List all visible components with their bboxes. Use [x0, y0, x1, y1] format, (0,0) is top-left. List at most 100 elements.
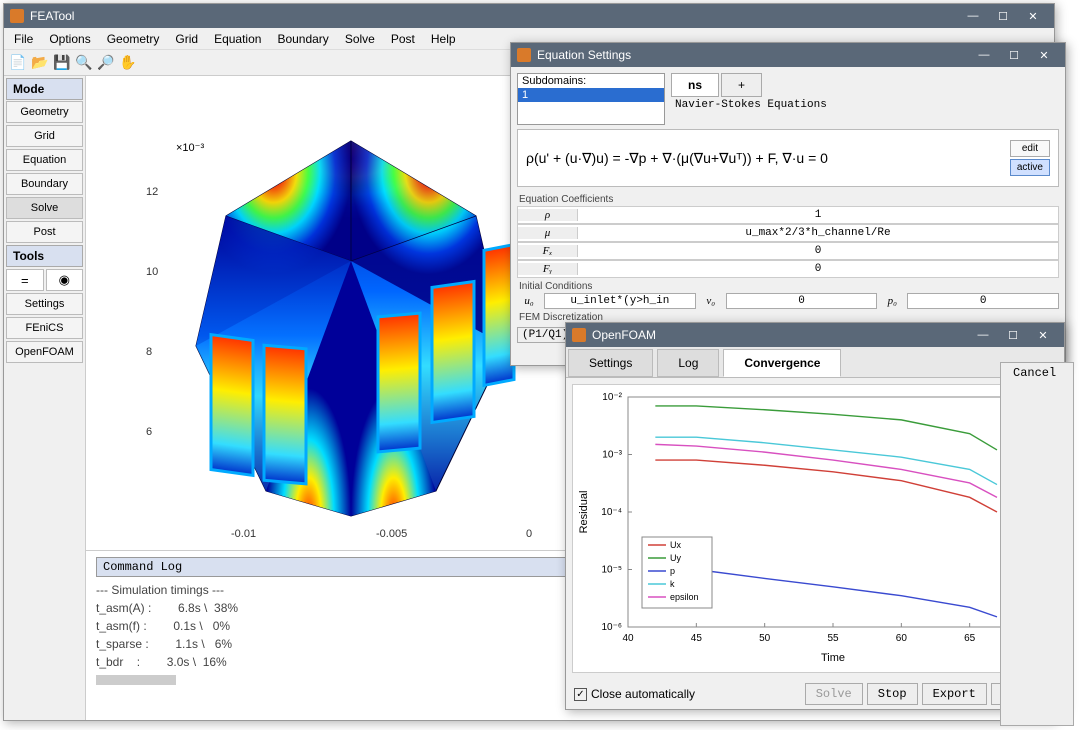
mode-geometry[interactable]: Geometry: [6, 101, 83, 123]
maximize-icon[interactable]: ☐: [999, 45, 1029, 65]
tab-convergence[interactable]: Convergence: [723, 349, 841, 377]
svg-text:10⁻⁵: 10⁻⁵: [601, 565, 622, 576]
simulation-surface: [136, 86, 566, 526]
maximize-icon[interactable]: ☐: [988, 6, 1018, 26]
svg-text:45: 45: [691, 633, 703, 644]
tool-fenics[interactable]: FEniCS: [6, 317, 83, 339]
tab-add[interactable]: +: [721, 73, 762, 97]
svg-text:50: 50: [759, 633, 771, 644]
close-auto-label: Close automatically: [591, 687, 695, 701]
zoom-reset-icon[interactable]: 🔎: [96, 53, 116, 73]
close-icon[interactable]: ✕: [1029, 45, 1059, 65]
edit-button[interactable]: edit: [1010, 140, 1050, 157]
svg-text:40: 40: [622, 633, 634, 644]
eq-titlebar[interactable]: Equation Settings — ☐ ✕: [511, 43, 1065, 67]
zoom-icon[interactable]: 🔍: [74, 53, 94, 73]
ns-equations-label: Navier-Stokes Equations: [671, 97, 1059, 113]
tools-header: Tools: [6, 245, 83, 267]
ic-v0-input[interactable]: [726, 293, 878, 309]
close-icon[interactable]: ✕: [1018, 6, 1048, 26]
convergence-chart: 10⁻²10⁻³10⁻⁴10⁻⁵10⁻⁶40455055606570TimeRe…: [573, 385, 1053, 665]
tool-openfoam[interactable]: OpenFOAM: [6, 341, 83, 363]
coef-row: Fₓ0: [517, 242, 1059, 260]
formula-text: ρ(u' + (u·∇)u) = -∇p + ∇·(μ(∇u+∇uᵀ)) + F…: [526, 150, 828, 167]
close-auto-checkbox[interactable]: ✓: [574, 688, 587, 701]
of-title: OpenFOAM: [592, 328, 656, 342]
xtick: 0: [526, 528, 532, 540]
menu-boundary[interactable]: Boundary: [271, 30, 334, 48]
menu-file[interactable]: File: [8, 30, 39, 48]
convergence-plot[interactable]: 10⁻²10⁻³10⁻⁴10⁻⁵10⁻⁶40455055606570TimeRe…: [572, 384, 1058, 673]
svg-text:10⁻⁴: 10⁻⁴: [601, 507, 622, 518]
mode-solve[interactable]: Solve: [6, 197, 83, 219]
svg-text:k: k: [670, 579, 675, 589]
svg-text:epsilon: epsilon: [670, 592, 699, 602]
pan-icon[interactable]: ✋: [118, 53, 138, 73]
eq-cancel-button[interactable]: Cancel: [1000, 362, 1074, 726]
svg-text:p: p: [670, 566, 675, 576]
tab-ns[interactable]: ns: [671, 73, 719, 97]
menu-geometry[interactable]: Geometry: [101, 30, 166, 48]
svg-text:10⁻³: 10⁻³: [602, 450, 622, 461]
coef-row: μu_max*2/3*h_channel/Re: [517, 224, 1059, 242]
svg-text:Uy: Uy: [670, 553, 681, 563]
main-titlebar[interactable]: FEATool — ☐ ✕: [4, 4, 1054, 28]
subdomain-item[interactable]: 1: [518, 88, 664, 102]
tab-settings[interactable]: Settings: [568, 349, 653, 377]
mode-grid[interactable]: Grid: [6, 125, 83, 147]
open-icon[interactable]: 📂: [30, 53, 50, 73]
of-stop-button[interactable]: Stop: [867, 683, 918, 705]
coef-header: Equation Coefficients: [517, 193, 1059, 206]
maximize-icon[interactable]: ☐: [998, 325, 1028, 345]
svg-text:Time: Time: [821, 652, 845, 664]
active-button[interactable]: active: [1010, 159, 1050, 176]
svg-text:10⁻²: 10⁻²: [602, 392, 622, 403]
xtick: -0.005: [376, 528, 407, 540]
openfoam-window: OpenFOAM — ☐ ✕ Settings Log Convergence …: [565, 322, 1065, 710]
svg-text:Ux: Ux: [670, 540, 681, 550]
close-icon[interactable]: ✕: [1028, 325, 1058, 345]
mode-header: Mode: [6, 78, 83, 100]
tool-equals-icon[interactable]: =: [6, 269, 44, 291]
menu-options[interactable]: Options: [43, 30, 96, 48]
ic-p0-input[interactable]: [907, 293, 1059, 309]
minimize-icon[interactable]: —: [968, 325, 998, 345]
scrollbar-horizontal[interactable]: [96, 675, 176, 685]
equation-settings-window: Equation Settings — ☐ ✕ Subdomains: 1 ns…: [510, 42, 1066, 366]
new-icon[interactable]: 📄: [8, 53, 28, 73]
equation-formula: ρ(u' + (u·∇)u) = -∇p + ∇·(μ(∇u+∇uᵀ)) + F…: [517, 129, 1059, 187]
subdomain-label: Subdomains:: [518, 74, 664, 88]
minimize-icon[interactable]: —: [958, 6, 988, 26]
of-tabs: Settings Log Convergence: [566, 347, 1064, 378]
menu-solve[interactable]: Solve: [339, 30, 381, 48]
mode-boundary[interactable]: Boundary: [6, 173, 83, 195]
minimize-icon[interactable]: —: [969, 45, 999, 65]
menu-grid[interactable]: Grid: [169, 30, 204, 48]
tab-log[interactable]: Log: [657, 349, 719, 377]
subdomain-list[interactable]: Subdomains: 1: [517, 73, 665, 125]
ic-header: Initial Conditions: [517, 280, 1059, 293]
mode-equation[interactable]: Equation: [6, 149, 83, 171]
menu-help[interactable]: Help: [425, 30, 462, 48]
svg-text:Residual: Residual: [578, 491, 590, 534]
menu-post[interactable]: Post: [385, 30, 421, 48]
of-export-button[interactable]: Export: [922, 683, 987, 705]
eq-title: Equation Settings: [537, 48, 631, 62]
mode-post[interactable]: Post: [6, 221, 83, 243]
tool-settings[interactable]: Settings: [6, 293, 83, 315]
save-icon[interactable]: 💾: [52, 53, 72, 73]
tool-globe-icon[interactable]: ◉: [46, 269, 84, 291]
of-titlebar[interactable]: OpenFOAM — ☐ ✕: [566, 323, 1064, 347]
menu-equation[interactable]: Equation: [208, 30, 267, 48]
ic-u0-input[interactable]: [544, 293, 696, 309]
coef-row: Fᵧ0: [517, 260, 1059, 278]
svg-text:65: 65: [964, 633, 976, 644]
app-icon: [10, 9, 24, 23]
main-title: FEATool: [30, 9, 74, 23]
app-icon: [572, 328, 586, 342]
sidebar: Mode Geometry Grid Equation Boundary Sol…: [4, 76, 86, 720]
svg-text:60: 60: [896, 633, 908, 644]
of-solve-button[interactable]: Solve: [805, 683, 863, 705]
xtick: -0.01: [231, 528, 256, 540]
ic-row: u₀ v₀ p₀: [517, 293, 1059, 309]
